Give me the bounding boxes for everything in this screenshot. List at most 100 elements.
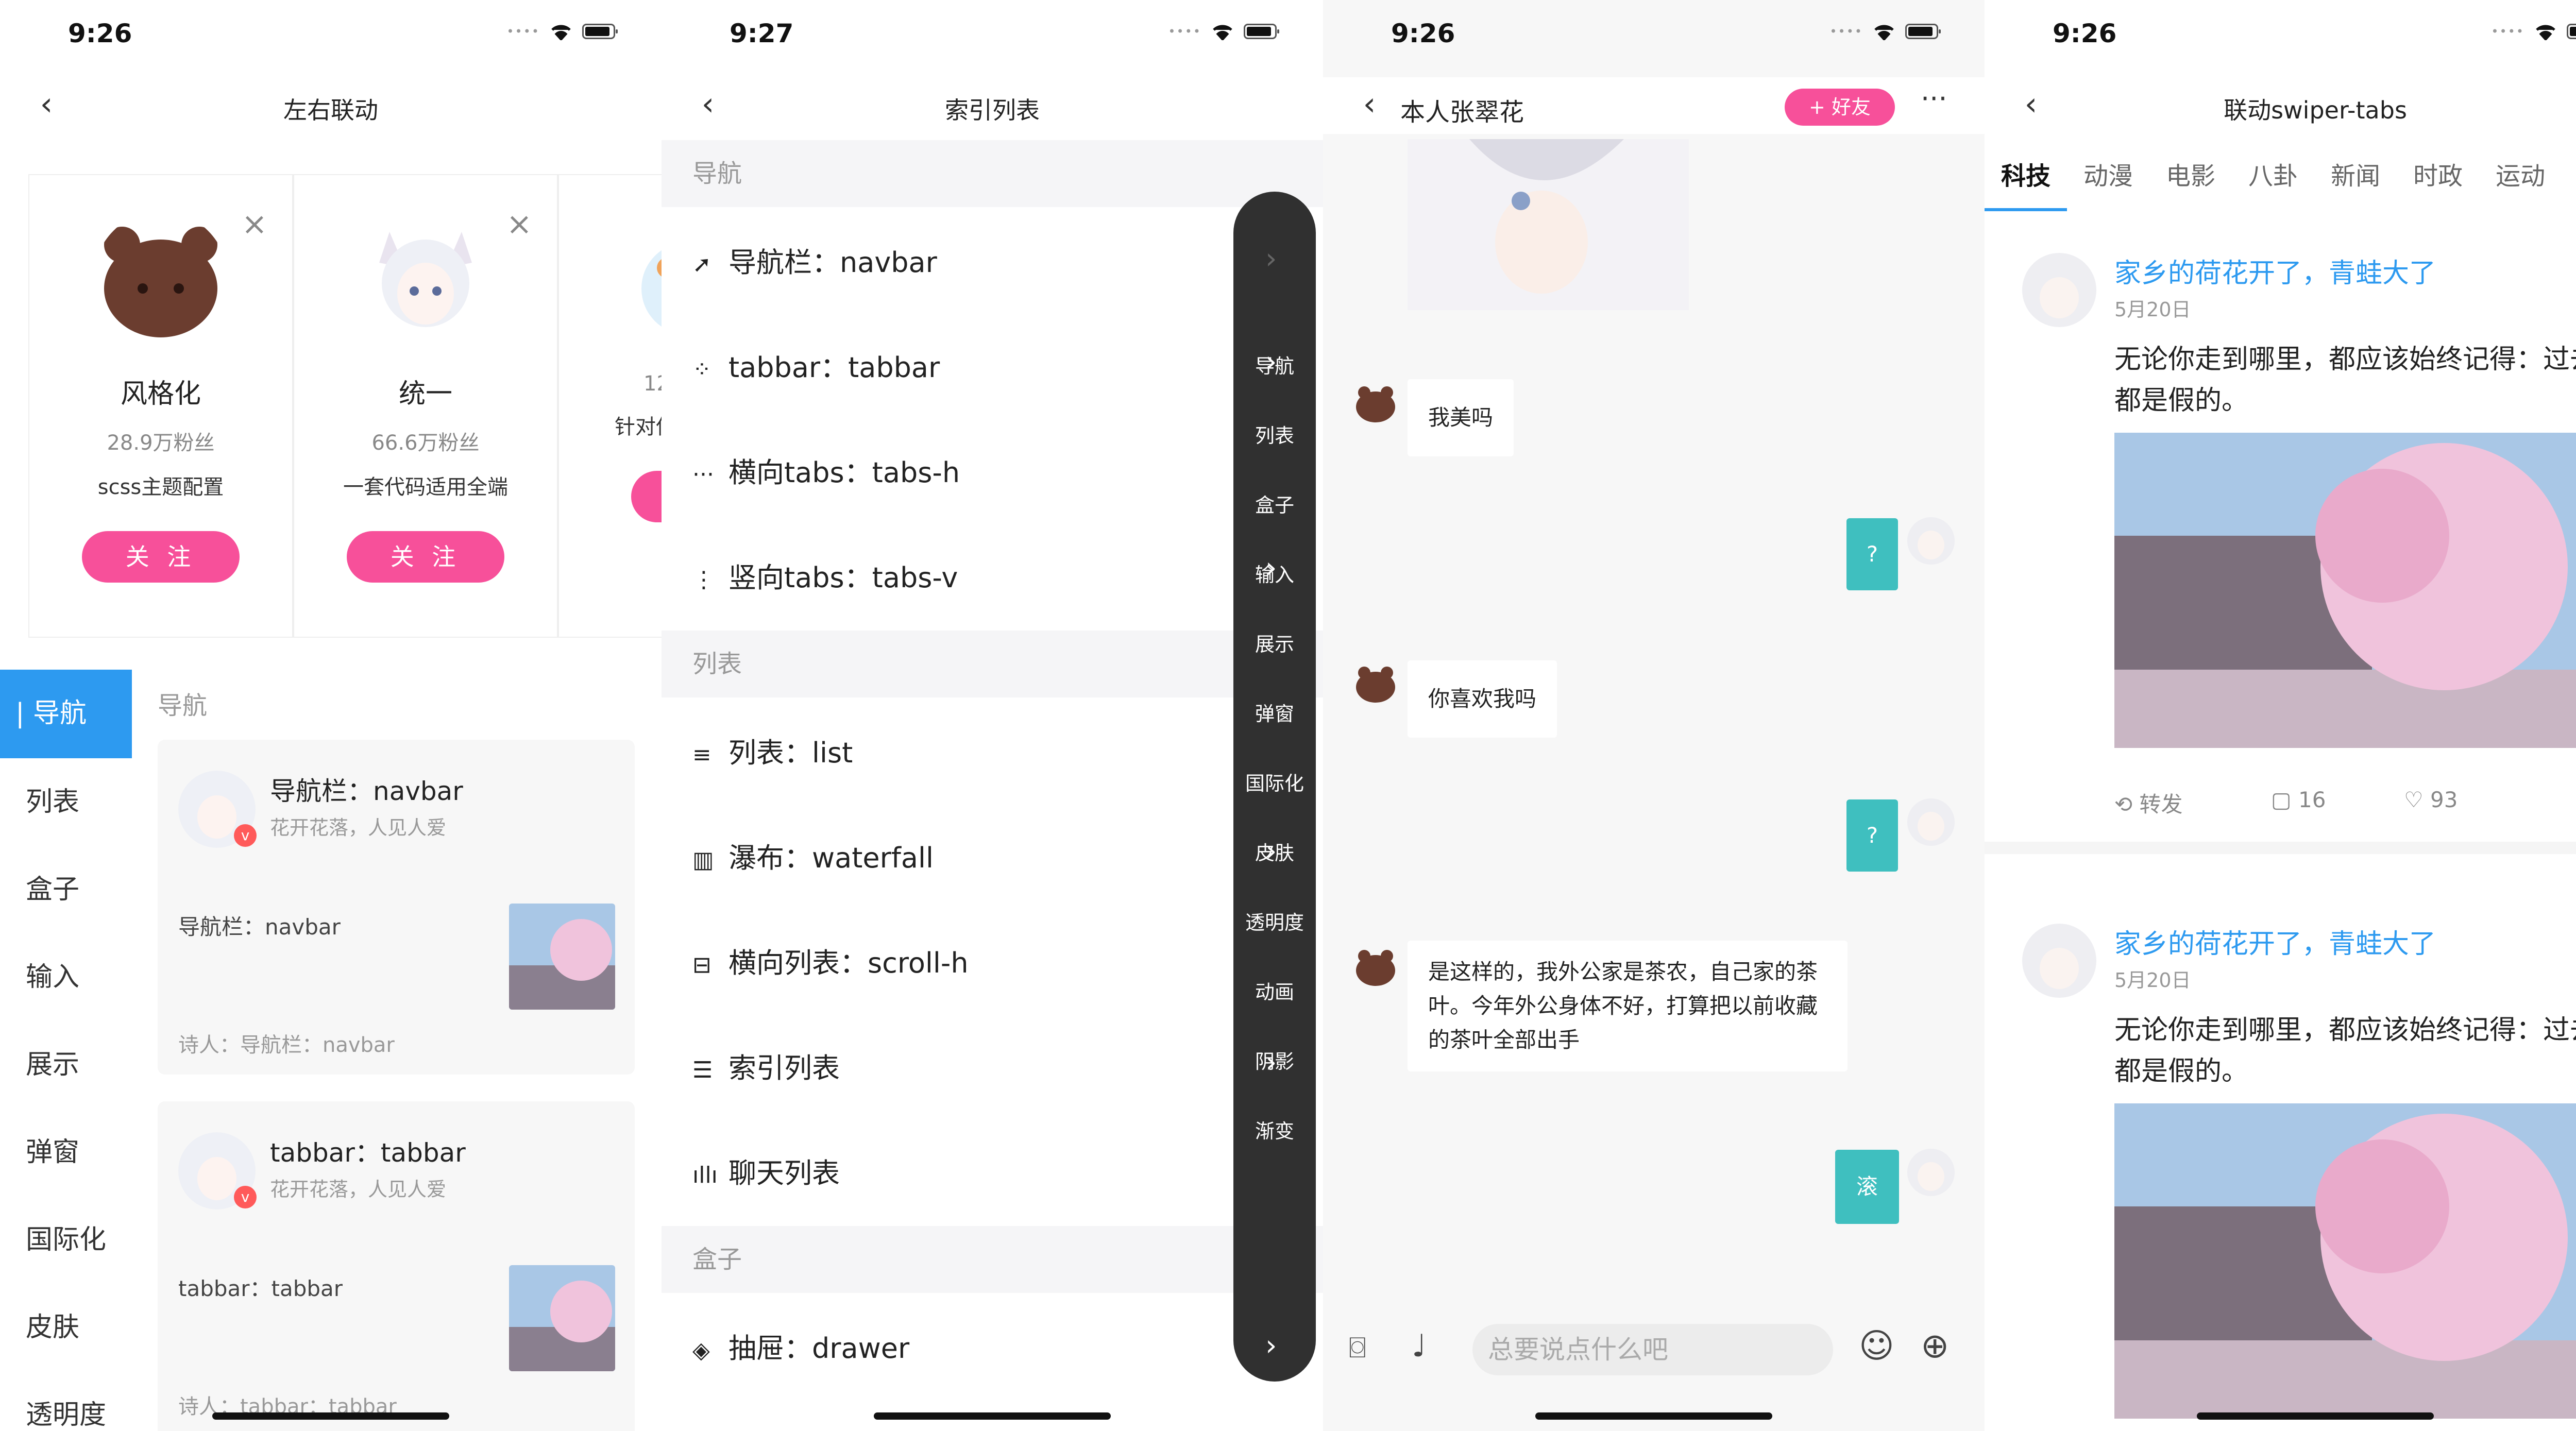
list-item[interactable]: ··· 横向tabs：tabs-h	[662, 420, 1233, 525]
user-avatar	[1907, 798, 1955, 846]
repost-label: 转发	[2139, 792, 2183, 817]
nav-bar: ‹ 左右联动	[0, 77, 662, 134]
tab-tech[interactable]: 科技	[1985, 155, 2067, 211]
list-item-label: 聊天列表	[728, 1157, 840, 1189]
microphone-icon[interactable]: ♩	[1412, 1328, 1426, 1364]
status-time: 9:26	[68, 19, 132, 48]
avatar	[2022, 924, 2096, 998]
list-item[interactable]: ➚ 导航栏：navbar	[662, 210, 1233, 315]
more-icon[interactable]: ···	[1921, 82, 1947, 115]
index-letter[interactable]: 盒子	[1233, 471, 1316, 540]
close-icon[interactable]: ×	[242, 206, 267, 242]
battery-icon	[2567, 24, 2576, 39]
feed-date: 5月20日	[2114, 969, 2191, 992]
like-button[interactable]: ♡ 93	[2404, 787, 2458, 812]
more-vertical-icon: ⋮	[692, 567, 715, 593]
chevron-right-icon: ›	[1265, 1046, 1277, 1079]
list-item[interactable]: ⁘ tabbar：tabbar	[662, 315, 1233, 420]
comment-button[interactable]: ▢ 16	[2271, 787, 2326, 812]
follow-button[interactable]: 关 注	[82, 531, 240, 583]
list-item-label: 索引列表	[728, 1052, 840, 1084]
list-item[interactable]: ⊟ 横向列表：scroll-h	[662, 911, 1233, 1016]
sidebar-item-popup[interactable]: 弹窗	[0, 1109, 132, 1196]
tab-news[interactable]: 新闻	[2314, 155, 2397, 211]
feed-item[interactable]: 家乡的荷花开了，青蛙大了 5月20日 无论你走到哪里，都应该始终记得：过去都是假…	[1985, 251, 2576, 854]
sidebar-item-skin[interactable]: 皮肤	[0, 1284, 132, 1371]
feed-text: 无论你走到哪里，都应该始终记得：过去都是假的。	[2114, 344, 2576, 416]
navigation-icon: ➚	[692, 251, 711, 278]
index-icon: ☰	[692, 1057, 713, 1083]
verified-badge: v	[234, 1186, 257, 1208]
list-item[interactable]: ▥ 瀑布：waterfall	[662, 806, 1233, 911]
follow-button[interactable]	[631, 471, 662, 522]
post-card[interactable]: v 导航栏：navbar 花开花落，人见人爱 导航栏：navbar 诗人：导航栏…	[158, 740, 635, 1075]
emoji-icon[interactable]: ☺	[1859, 1326, 1894, 1366]
bear-avatar	[1356, 667, 1395, 703]
sidebar-item-nav[interactable]: | 导航	[0, 670, 132, 758]
user-card: × 风格化 28.9万粉丝 scss主题配置 关 注	[28, 174, 293, 638]
message-received: 你喜欢我吗	[1408, 660, 1557, 738]
index-letter[interactable]: 弹窗	[1233, 679, 1316, 749]
list-item[interactable]: ◈ 抽屉：drawer	[662, 1296, 1233, 1401]
sidebar-item-input[interactable]: 输入	[0, 933, 132, 1021]
sidebar-item-i18n[interactable]: 国际化	[0, 1196, 132, 1284]
post-card[interactable]: v tabbar：tabbar 花开花落，人见人爱 tabbar：tabbar …	[158, 1101, 635, 1431]
chevron-right-icon: ›	[1265, 242, 1277, 276]
food-avatar	[641, 250, 662, 327]
list-item[interactable]: ıllı 聊天列表	[662, 1121, 1233, 1226]
list-icon: ≡	[692, 742, 711, 768]
follow-button[interactable]: 关 注	[347, 531, 504, 583]
index-letter[interactable]: 国际化	[1233, 749, 1316, 819]
index-letter[interactable]: 列表	[1233, 401, 1316, 471]
home-indicator	[2197, 1412, 2434, 1420]
post-body: tabbar：tabbar	[178, 1276, 343, 1301]
add-circle-icon[interactable]: ⊕	[1921, 1326, 1949, 1366]
chat-image	[1408, 139, 1689, 310]
chevron-right-icon: ›	[1265, 345, 1277, 379]
camera-icon[interactable]: ⌼	[1349, 1331, 1366, 1365]
sidebar-item-box[interactable]: 盒子	[0, 846, 132, 933]
page-title: 左右联动	[283, 96, 378, 124]
card-fans: 128	[643, 372, 662, 396]
list-item[interactable]: ⋮ 竖向tabs：tabs-v	[662, 525, 1233, 631]
tab-funny[interactable]: 搞	[2562, 155, 2576, 211]
sidebar-item-display[interactable]: 展示	[0, 1021, 132, 1109]
message-received: 我美吗	[1408, 379, 1514, 456]
tab-bar: 科技 动漫 电影 八卦 新闻 时政 运动 搞	[1985, 155, 2576, 211]
signal-icon: ••••	[1829, 24, 1863, 39]
feed-image	[2114, 433, 2576, 748]
tab-politics[interactable]: 时政	[2397, 155, 2479, 211]
repost-button[interactable]: ⟲ 转发	[2114, 787, 2183, 819]
message-input[interactable]: 总要说点什么吧	[1472, 1324, 1833, 1375]
list-item-label: 竖向tabs：tabs-v	[728, 561, 958, 594]
sidebar-item-opacity[interactable]: 透明度	[0, 1371, 132, 1431]
chevron-right-icon: ›	[1265, 834, 1277, 868]
list-item[interactable]: ≡ 列表：list	[662, 701, 1233, 806]
comment-count: 16	[2298, 787, 2326, 812]
status-bar: 9:26 ••••	[1985, 0, 2576, 72]
back-icon[interactable]: ‹	[1354, 88, 1385, 120]
feed-title[interactable]: 家乡的荷花开了，青蛙大了	[2114, 251, 2436, 290]
tab-sports[interactable]: 运动	[2479, 155, 2562, 211]
tab-anime[interactable]: 动漫	[2067, 155, 2149, 211]
index-letter[interactable]: 动画	[1233, 958, 1316, 1027]
rows-icon: ⊟	[692, 952, 711, 978]
columns-icon: ▥	[692, 847, 714, 873]
tab-movies[interactable]: 电影	[2149, 155, 2232, 211]
index-letter[interactable]: 渐变	[1233, 1097, 1316, 1166]
index-letter[interactable]: 展示	[1233, 610, 1316, 679]
tab-gossip[interactable]: 八卦	[2232, 155, 2314, 211]
feed-title[interactable]: 家乡的荷花开了，青蛙大了	[2114, 922, 2436, 961]
home-indicator	[1535, 1412, 1772, 1420]
sidebar-item-list[interactable]: 列表	[0, 758, 132, 846]
post-title: 导航栏：navbar	[270, 776, 463, 806]
index-letter[interactable]: 透明度	[1233, 888, 1316, 958]
message-sent: 滚	[1835, 1150, 1899, 1224]
feed-item[interactable]: 家乡的荷花开了，青蛙大了 5月20日 无论你走到哪里，都应该始终记得：过去都是假…	[1985, 922, 2576, 1431]
user-cards[interactable]: × 风格化 28.9万粉丝 scss主题配置 关 注 × 统一 66.6万粉丝 …	[28, 174, 662, 638]
add-friend-button[interactable]: + 好友	[1785, 89, 1895, 126]
battery-icon	[1244, 24, 1279, 39]
feed-date: 5月20日	[2114, 298, 2191, 321]
list-item[interactable]: ☰ 索引列表	[662, 1016, 1233, 1121]
close-icon[interactable]: ×	[506, 206, 532, 242]
